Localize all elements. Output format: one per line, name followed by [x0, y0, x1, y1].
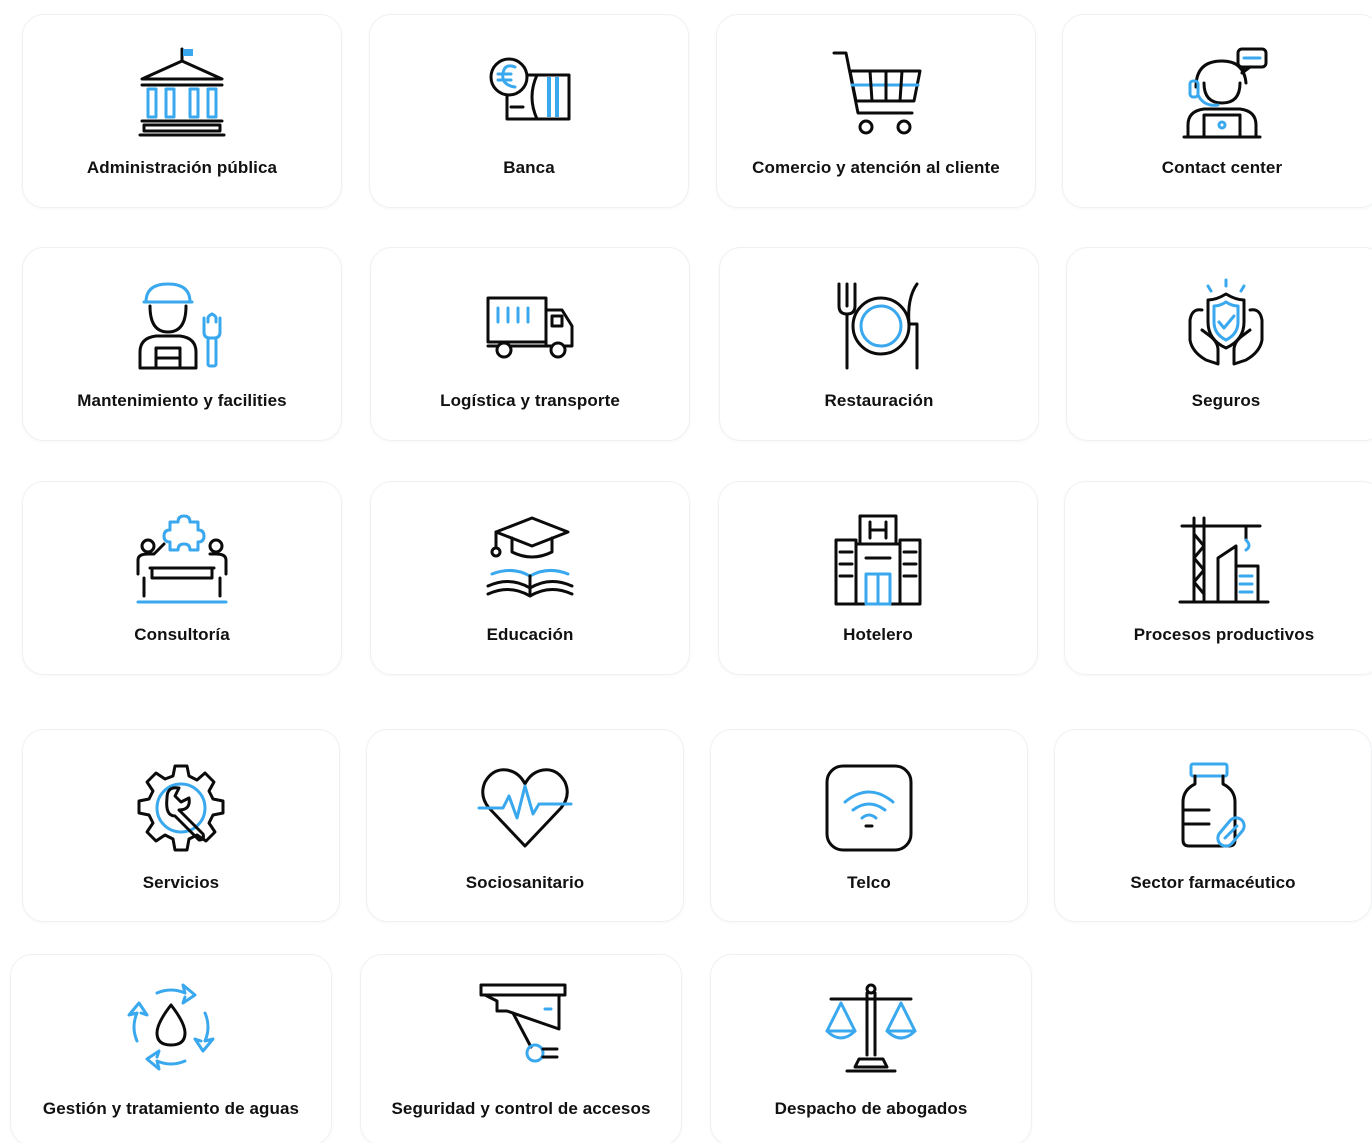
- government-building-icon: [134, 45, 230, 141]
- sector-label: Servicios: [142, 873, 220, 892]
- delivery-truck-icon: [482, 278, 578, 374]
- security-camera-icon: [473, 979, 569, 1075]
- sector-label: Hotelero: [843, 625, 913, 644]
- justice-scale-icon: [823, 979, 919, 1075]
- sector-label: Sector farmacéutico: [1130, 873, 1296, 892]
- consulting-meeting-puzzle-icon: [134, 512, 230, 608]
- sector-label: Restauración: [824, 391, 934, 410]
- sector-card-procesos-productivos[interactable]: Procesos productivos: [1064, 481, 1372, 675]
- sector-card-banca[interactable]: Banca: [369, 14, 689, 208]
- sector-card-restauracion[interactable]: Restauración: [719, 247, 1039, 441]
- medicine-bottle-pill-icon: [1165, 760, 1261, 856]
- sector-label: Despacho de abogados: [774, 1099, 968, 1118]
- sector-card-gestion-aguas[interactable]: Gestión y tratamiento de aguas: [10, 954, 332, 1143]
- sector-card-seguros[interactable]: Seguros: [1066, 247, 1372, 441]
- sector-card-sociosanitario[interactable]: Sociosanitario: [366, 729, 684, 922]
- maintenance-worker-wrench-icon: [134, 278, 230, 374]
- euro-coin-banknote-icon: [481, 45, 577, 141]
- sector-label: Administración pública: [86, 158, 278, 177]
- shield-hands-icon: [1178, 278, 1274, 374]
- sector-label: Seguridad y control de accesos: [391, 1099, 651, 1118]
- sector-card-mantenimiento[interactable]: Mantenimiento y facilities: [22, 247, 342, 441]
- sector-card-despacho-abogados[interactable]: Despacho de abogados: [710, 954, 1032, 1143]
- sector-card-comercio[interactable]: Comercio y atención al cliente: [716, 14, 1036, 208]
- gear-wrench-icon: [133, 760, 229, 856]
- sector-label: Educación: [486, 625, 574, 644]
- construction-crane-icon: [1176, 512, 1272, 608]
- sector-card-servicios[interactable]: Servicios: [22, 729, 340, 922]
- sector-card-consultoria[interactable]: Consultoría: [22, 481, 342, 675]
- plate-fork-knife-icon: [831, 278, 927, 374]
- sector-label: Gestión y tratamiento de aguas: [42, 1099, 300, 1118]
- sector-card-administracion-publica[interactable]: Administración pública: [22, 14, 342, 208]
- sector-label: Logística y transporte: [440, 391, 620, 410]
- wifi-icon: [821, 760, 917, 856]
- sector-label: Comercio y atención al cliente: [752, 158, 1000, 177]
- sector-card-sector-farmaceutico[interactable]: Sector farmacéutico: [1054, 729, 1372, 922]
- graduation-cap-book-icon: [482, 512, 578, 608]
- sectors-grid: Administración pública Banca Comercio y …: [0, 0, 1372, 1143]
- shopping-cart-icon: [828, 45, 924, 141]
- sector-label: Mantenimiento y facilities: [77, 391, 287, 410]
- sector-card-educacion[interactable]: Educación: [370, 481, 690, 675]
- sector-label: Telco: [847, 873, 891, 892]
- headset-agent-icon: [1174, 45, 1270, 141]
- water-drop-recycle-icon: [123, 979, 219, 1075]
- sector-label: Sociosanitario: [465, 873, 585, 892]
- sector-card-telco[interactable]: Telco: [710, 729, 1028, 922]
- sector-card-hotelero[interactable]: Hotelero: [718, 481, 1038, 675]
- sector-label: Consultoría: [134, 625, 230, 644]
- sector-card-contact-center[interactable]: Contact center: [1062, 14, 1372, 208]
- sector-card-seguridad-accesos[interactable]: Seguridad y control de accesos: [360, 954, 682, 1143]
- sector-label: Banca: [503, 158, 555, 177]
- sector-label: Procesos productivos: [1133, 625, 1315, 644]
- heart-pulse-icon: [477, 760, 573, 856]
- sector-label: Contact center: [1161, 158, 1283, 177]
- sector-card-logistica[interactable]: Logística y transporte: [370, 247, 690, 441]
- sector-label: Seguros: [1191, 391, 1261, 410]
- hotel-building-icon: [830, 512, 926, 608]
